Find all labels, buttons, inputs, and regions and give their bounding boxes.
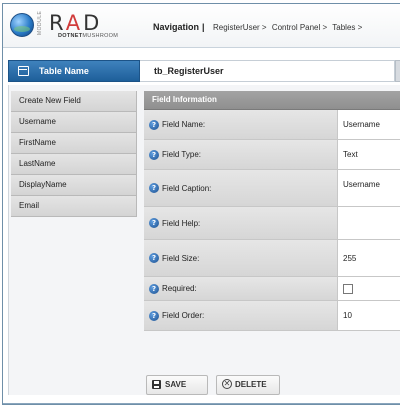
list-item-firstname[interactable]: FirstName (11, 133, 137, 154)
help-icon[interactable]: ? (149, 283, 159, 294)
field-order-label-text: Field Order: (162, 311, 205, 320)
form-row-field-name: ? Field Name: Username (144, 110, 400, 140)
field-help-label-text: Field Help: (162, 218, 201, 228)
logo-letter-a: A (65, 11, 84, 35)
form-row-required: ? Required: (144, 277, 400, 301)
delete-button-label: DELETE (235, 380, 267, 389)
required-label: ? Required: (144, 277, 337, 300)
list-item-username[interactable]: Username (11, 112, 137, 133)
logo-sub-bold: DOTNET (58, 33, 83, 39)
field-order-input[interactable]: 10 (337, 301, 400, 330)
field-information-form: Field Information ? Field Name: Username … (144, 91, 400, 331)
logo-letter-r: R (49, 11, 66, 35)
field-name-input[interactable]: Username (337, 110, 400, 139)
table-name-bar-end (395, 60, 400, 82)
app-window: MODULE RAD DOTNETMUSHROOM Navigation | R… (2, 3, 400, 405)
table-name-label: Table Name (8, 60, 140, 82)
table-name-bar: Table Name tb_RegisterUser (8, 60, 400, 82)
field-type-label: ? Field Type: (144, 140, 337, 169)
window-icon (18, 66, 29, 76)
help-icon[interactable]: ? (149, 218, 159, 228)
breadcrumb-registeruser[interactable]: RegisterUser > (213, 23, 267, 32)
required-cell (337, 277, 400, 300)
bottom-border (3, 403, 400, 404)
globe-logo-icon (10, 13, 34, 37)
table-name-label-text: Table Name (39, 66, 89, 76)
list-item-email[interactable]: Email (11, 196, 137, 217)
form-header: Field Information (144, 91, 400, 110)
delete-button[interactable]: ✕ DELETE (216, 375, 280, 395)
logo-subtitle: DOTNETMUSHROOM (58, 33, 118, 39)
list-item-displayname[interactable]: DisplayName (11, 175, 137, 196)
form-row-field-order: ? Field Order: 10 (144, 301, 400, 331)
field-help-label: ? Field Help: (144, 207, 337, 239)
form-row-field-caption: ? Field Caption: Username (144, 170, 400, 207)
button-bar: SAVE ✕ DELETE (144, 372, 400, 402)
save-button-label: SAVE (165, 380, 187, 389)
form-row-field-help: ? Field Help: (144, 207, 400, 240)
field-caption-label: ? Field Caption: (144, 170, 337, 206)
floppy-disk-icon (152, 380, 161, 389)
help-icon[interactable]: ? (149, 253, 159, 263)
logo-vertical-text: MODULE (37, 10, 43, 35)
form-row-field-type: ? Field Type: Text (144, 140, 400, 170)
logo-sub-rest: MUSHROOM (82, 33, 119, 39)
list-item-lastname[interactable]: LastName (11, 154, 137, 175)
field-size-input[interactable]: 255 (337, 240, 400, 276)
breadcrumb-tables[interactable]: Tables > (332, 23, 362, 32)
field-list: Create New Field Username FirstName Last… (11, 91, 137, 217)
field-size-label-text: Field Size: (162, 253, 200, 263)
delete-x-icon: ✕ (222, 379, 232, 389)
logo-wordmark: RAD (49, 12, 102, 34)
field-name-label: ? Field Name: (144, 110, 337, 139)
field-name-label-text: Field Name: (162, 120, 206, 129)
help-icon[interactable]: ? (149, 149, 159, 160)
required-label-text: Required: (162, 284, 197, 293)
help-icon[interactable]: ? (149, 310, 159, 321)
header: MODULE RAD DOTNETMUSHROOM Navigation | R… (3, 4, 400, 48)
logo-letter-d: D (83, 11, 103, 35)
help-icon[interactable]: ? (149, 119, 159, 130)
help-icon[interactable]: ? (149, 183, 159, 193)
save-button[interactable]: SAVE (146, 375, 208, 395)
navigation-separator: | (202, 22, 205, 32)
field-caption-input[interactable]: Username (337, 170, 400, 206)
field-type-label-text: Field Type: (162, 150, 201, 159)
field-order-label: ? Field Order: (144, 301, 337, 330)
navigation-title: Navigation (153, 22, 200, 32)
list-item-create-new-field[interactable]: Create New Field (11, 91, 137, 112)
breadcrumb: RegisterUser > Control Panel > Tables > (213, 23, 365, 32)
field-help-input[interactable] (337, 207, 400, 239)
table-name-value: tb_RegisterUser (140, 60, 395, 82)
breadcrumb-control-panel[interactable]: Control Panel > (272, 23, 327, 32)
form-row-field-size: ? Field Size: 255 (144, 240, 400, 277)
field-type-select[interactable]: Text (337, 140, 400, 169)
required-checkbox[interactable] (343, 283, 353, 294)
field-caption-label-text: Field Caption: (162, 183, 212, 193)
field-size-label: ? Field Size: (144, 240, 337, 276)
